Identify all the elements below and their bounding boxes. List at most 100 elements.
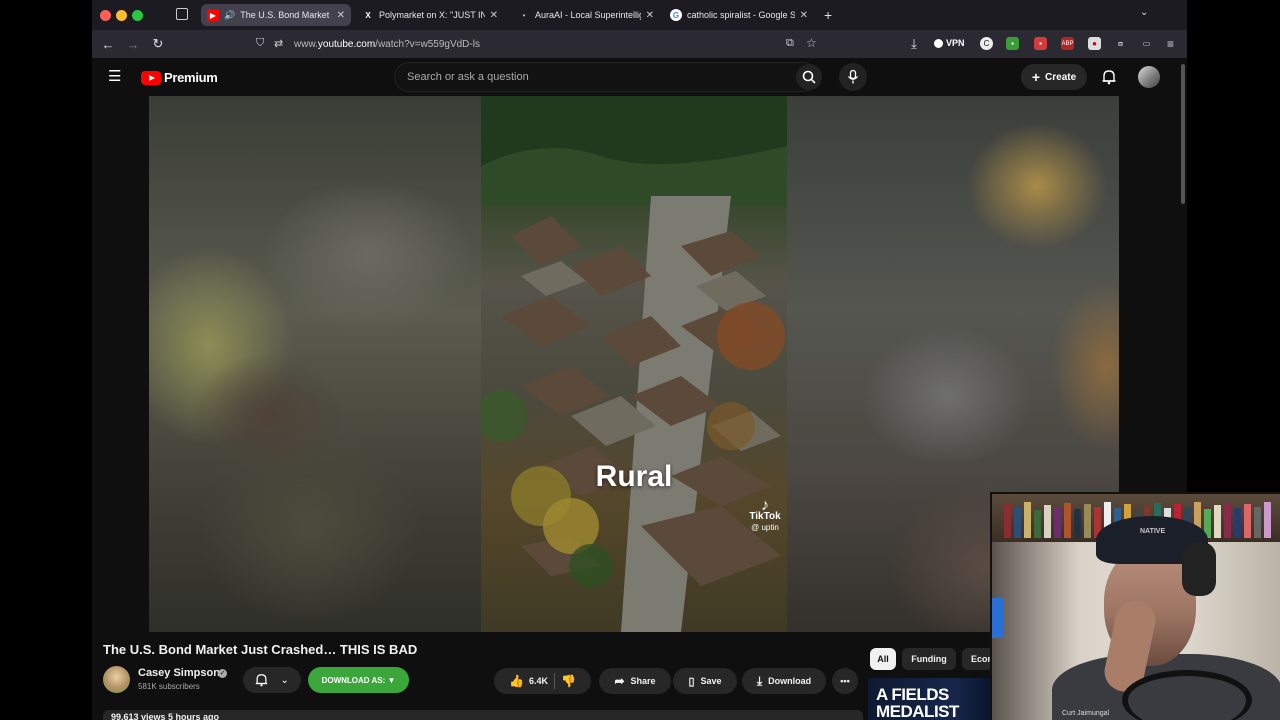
speaker-icon[interactable]: 🔊 <box>224 10 235 21</box>
hamburger-menu-icon[interactable]: ☰ <box>108 69 124 85</box>
tiktok-watermark: ♪ TikTok @ uptin <box>745 497 785 533</box>
video-frame: Rural ♪ TikTok @ uptin <box>481 96 787 632</box>
aura-icon: • <box>522 10 526 20</box>
chip-funding[interactable]: Funding <box>902 648 956 670</box>
sidebar-toggle-icon[interactable]: ▭ <box>1140 37 1153 50</box>
video-title: The U.S. Bond Market Just Crashed… THIS … <box>103 642 418 657</box>
like-button[interactable]: 👍 6.4K <box>509 674 548 688</box>
download-icon: ⤓ <box>756 673 763 688</box>
scrollbar-thumb[interactable] <box>1181 64 1185 204</box>
tiktok-note-icon: ♪ <box>761 497 769 514</box>
microphone-icon <box>847 70 859 84</box>
address-bar[interactable]: ⛉ ⇄ www. youtube.com/watch?v=w559gVdD-ls … <box>248 33 828 55</box>
book <box>1254 507 1261 538</box>
thumbnail-text: A FIELDS MEDALIST <box>876 685 959 720</box>
youtube-play-logo-icon <box>141 70 161 85</box>
save-button[interactable]: ▯ Save <box>673 668 737 694</box>
tab-bar: ▶ 🔊 The U.S. Bond Market Just ✕ X Polyma… <box>92 0 1187 30</box>
close-tab-icon[interactable]: ✕ <box>490 10 498 21</box>
close-window-button[interactable] <box>100 10 111 21</box>
search-box[interactable] <box>394 62 818 92</box>
tab-title: The U.S. Bond Market Just <box>240 10 331 20</box>
book <box>1264 502 1271 538</box>
extension-red-icon[interactable]: ▪ <box>1034 37 1047 50</box>
tab-polymarket[interactable]: X Polymarket on X: "JUST IN: It's ✕ <box>356 4 504 26</box>
logo-text: Premium <box>164 70 218 85</box>
download-button[interactable]: ⤓ Download <box>742 668 826 694</box>
tab-title: catholic spiralist - Google Search <box>687 10 795 20</box>
village-aerial-image <box>481 96 787 632</box>
youtube-masthead: ☰ Premium + Create <box>92 58 1187 96</box>
adblock-icon[interactable]: ABP <box>1061 37 1074 50</box>
maximize-window-button[interactable] <box>132 10 143 21</box>
monitor-glow <box>992 598 1004 638</box>
subscription-notifications-button[interactable]: ⌄ <box>243 667 301 693</box>
extensions-puzzle-icon[interactable]: ⧈ <box>1114 37 1127 50</box>
blurred-background-left <box>149 96 481 632</box>
search-button[interactable] <box>796 64 822 90</box>
minimize-window-button[interactable] <box>116 10 127 21</box>
chip-all[interactable]: All <box>870 648 896 670</box>
book <box>1224 503 1231 538</box>
bookmark-star-icon[interactable]: ☆ <box>806 36 817 50</box>
bookmark-icon: ▯ <box>688 675 695 688</box>
share-button[interactable]: ➦ Share <box>599 668 671 694</box>
close-tab-icon[interactable]: ✕ <box>800 10 808 21</box>
menu-icon[interactable]: ≡ <box>1164 37 1177 51</box>
url-path: /watch?v=w559gVdD-ls <box>375 38 480 50</box>
book <box>1244 504 1251 538</box>
tab-google[interactable]: G catholic spiralist - Google Search ✕ <box>664 4 814 26</box>
tab-title: Polymarket on X: "JUST IN: It's <box>379 10 485 20</box>
verified-check-icon: ✓ <box>218 669 227 678</box>
download-as-button[interactable]: DOWNLOAD AS: ▼ <box>308 667 409 693</box>
book <box>1074 509 1081 538</box>
dislike-button[interactable]: 👎 <box>561 674 576 688</box>
extension-c-icon[interactable]: C <box>980 37 993 50</box>
recommended-channel-name: Curt Jaimungal <box>1062 710 1110 717</box>
webcam-overlay: NATIVE Curt Jaimungal <box>990 492 1280 720</box>
more-actions-button[interactable]: ••• <box>832 668 858 694</box>
share-arrow-icon: ➦ <box>614 674 625 688</box>
search-input[interactable] <box>407 71 787 83</box>
tab-overview-icon[interactable] <box>176 8 188 20</box>
notifications-button[interactable] <box>1099 67 1119 87</box>
channel-avatar[interactable] <box>103 666 130 693</box>
extension-green-icon[interactable]: ▪ <box>1006 37 1019 50</box>
search-icon <box>802 70 816 84</box>
permissions-icon[interactable]: ⇄ <box>274 37 283 50</box>
tiktok-label: TikTok <box>749 511 781 522</box>
picture-in-picture-icon[interactable]: ⧉ <box>786 37 794 50</box>
tab-auraai[interactable]: • AuraAI - Local Superintelligence ✕ <box>512 4 660 26</box>
book <box>1014 508 1021 538</box>
vpn-button[interactable]: VPN <box>934 38 965 48</box>
channel-name[interactable]: Casey Simpson <box>138 667 220 679</box>
new-tab-icon[interactable]: + <box>824 7 832 23</box>
tab-youtube[interactable]: ▶ 🔊 The U.S. Bond Market Just ✕ <box>201 4 351 26</box>
book <box>1044 505 1051 538</box>
book <box>1084 504 1091 538</box>
youtube-premium-logo[interactable]: Premium <box>141 70 218 85</box>
forward-arrow-icon[interactable]: → <box>125 36 141 52</box>
screen: ▶ 🔊 The U.S. Bond Market Just ✕ X Polyma… <box>0 0 1280 720</box>
youtube-icon: ▶ <box>207 9 219 21</box>
reload-icon[interactable]: ↻ <box>150 36 166 52</box>
create-label: Create <box>1045 71 1077 83</box>
close-tab-icon[interactable]: ✕ <box>337 10 345 21</box>
downloads-icon[interactable]: ⤓ <box>906 36 922 52</box>
tab-list-chevron-icon[interactable]: ⌄ <box>1140 7 1148 18</box>
subscriber-count: 581K subscribers <box>138 682 200 691</box>
close-tab-icon[interactable]: ✕ <box>646 10 654 21</box>
like-dislike-group: 👍 6.4K 👎 <box>494 668 591 694</box>
more-dots-icon: ••• <box>840 676 850 686</box>
voice-search-button[interactable] <box>839 63 867 91</box>
account-avatar[interactable] <box>1138 66 1160 88</box>
views-and-date[interactable]: 99,613 views 5 hours ago <box>103 710 863 720</box>
tab-title: AuraAI - Local Superintelligence <box>535 10 641 20</box>
video-player[interactable]: Rural ♪ TikTok @ uptin <box>149 96 1119 632</box>
create-button[interactable]: + Create <box>1021 64 1087 90</box>
shield-icon[interactable]: ⛉ <box>256 37 264 50</box>
recommended-video-thumbnail[interactable]: A FIELDS MEDALIST <box>868 678 992 720</box>
extension-stop-icon[interactable]: ● <box>1088 37 1101 50</box>
thumbs-up-icon: 👍 <box>509 674 524 688</box>
back-arrow-icon[interactable]: ← <box>100 36 116 52</box>
